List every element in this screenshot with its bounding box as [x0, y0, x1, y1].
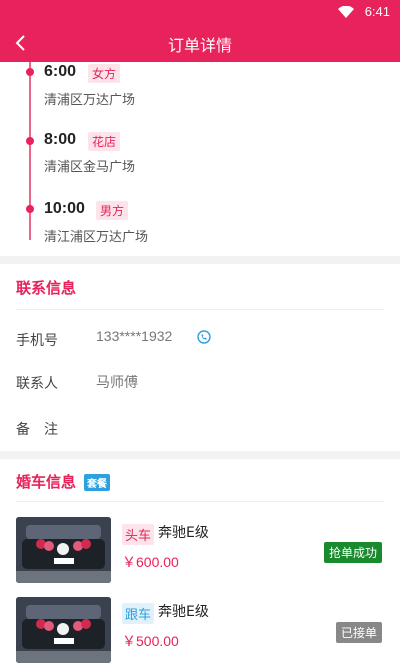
contact-person-label: 联系人: [16, 376, 58, 392]
stop-address: 清浦区万达广场: [44, 93, 136, 108]
car-model: 奔驰E级: [158, 525, 209, 541]
package-badge: 套餐: [84, 474, 110, 491]
stop-time: 8:00: [44, 131, 77, 148]
section-title: 联系信息: [16, 279, 77, 297]
timeline-dot: [26, 68, 34, 76]
stop-address: 清浦区金马广场: [44, 160, 136, 175]
car-role-tag: 跟车: [122, 603, 155, 624]
wedding-car-section: 婚车信息 套餐 头车 奔驰E级 ￥600.00 抢单成功 跟车 奔驰E级 ￥50…: [0, 459, 400, 666]
page-title: 订单详情: [167, 36, 232, 55]
phone-label: 手机号: [16, 333, 58, 349]
note-label: 备 注: [16, 422, 58, 438]
header-bar: 订单详情: [0, 24, 400, 62]
divider: [16, 501, 384, 502]
contact-person-value: 马师傅: [96, 374, 138, 390]
route-timeline: 6:00 女方 清浦区万达广场 8:00 花店 清浦区金马广场 10:00 男方…: [0, 62, 400, 256]
phone-call-icon[interactable]: [197, 330, 211, 344]
status-bar: 6:41: [0, 0, 400, 24]
car-photo: [16, 517, 111, 583]
stop-address: 清江浦区万达广场: [44, 230, 149, 245]
contact-info-section: 联系信息 手机号 133****1932 联系人 马师傅 备 注: [0, 264, 400, 451]
car-photo: [16, 597, 111, 663]
status-time: 6:41: [364, 4, 390, 19]
timeline-dot: [26, 137, 34, 145]
phone-value: 133****1932: [96, 328, 173, 344]
car-price: ￥500.00: [122, 633, 179, 649]
order-status-badge: 抢单成功: [323, 542, 382, 563]
stop-time: 10:00: [44, 200, 85, 217]
car-model: 奔驰E级: [158, 604, 209, 620]
car-role-tag: 头车: [122, 524, 155, 545]
stop-time: 6:00: [44, 63, 77, 80]
order-status-badge: 已接单: [335, 622, 382, 643]
timeline-dot: [26, 205, 34, 213]
divider: [16, 309, 384, 310]
stop-tag: 女方: [88, 64, 121, 83]
wifi-icon: [338, 6, 354, 18]
section-title: 婚车信息: [16, 473, 77, 491]
stop-tag: 花店: [88, 132, 121, 151]
car-price: ￥600.00: [122, 554, 179, 570]
stop-tag: 男方: [96, 201, 129, 220]
timeline-line: [29, 62, 31, 240]
